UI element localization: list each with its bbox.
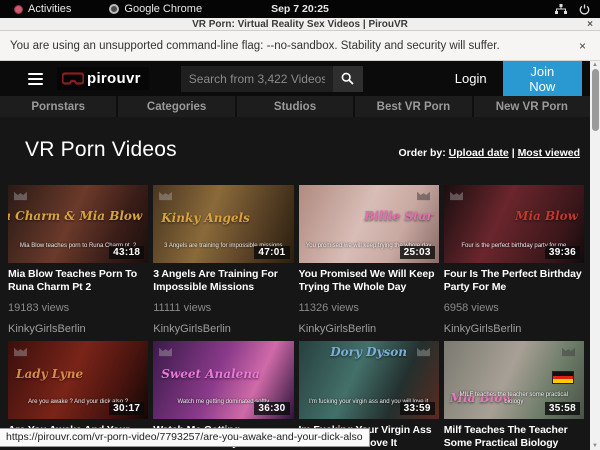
- page-head: VR Porn Videos Order by: Upload date | M…: [0, 117, 590, 162]
- thumbnail-overlay-text: Runa Charm & Mia Blow: [8, 209, 142, 223]
- video-card[interactable]: Mia Blow MILF teaches the teacher some p…: [444, 341, 584, 450]
- window-titlebar: VR Porn: Virtual Reality Sex Videos | Pi…: [0, 18, 600, 31]
- join-now-button[interactable]: Join Now: [503, 61, 582, 100]
- web-page: pirouvr Login Join Now Pornstars: [0, 61, 590, 450]
- hamburger-menu-icon[interactable]: [28, 73, 43, 85]
- video-thumbnail[interactable]: Runa Charm & Mia Blow Mia Blow teaches p…: [8, 185, 148, 263]
- duration-badge: 33:59: [400, 402, 435, 415]
- video-thumbnail[interactable]: Billie Star You promised we will keep tr…: [299, 185, 439, 263]
- video-title[interactable]: Mia Blow Teaches Porn To Runa Charm Pt 2: [8, 268, 148, 294]
- video-title[interactable]: Milf Teaches The Teacher Some Practical …: [444, 424, 584, 450]
- chrome-warning-bar: You are using an unsupported command-lin…: [0, 31, 600, 61]
- order-upload-date-link[interactable]: Upload date: [449, 147, 509, 159]
- thumbnail-overlay-text: Mia Blow: [515, 209, 578, 223]
- site-logo-text: pirouvr: [87, 70, 141, 87]
- nav-item-new-vr[interactable]: New VR Porn: [474, 96, 590, 117]
- duration-badge: 47:01: [254, 246, 289, 259]
- thumbnail-overlay-text: Lady Lyne: [16, 367, 83, 381]
- video-title[interactable]: You Promised We Will Keep Trying The Who…: [299, 268, 439, 294]
- video-channel-link[interactable]: KinkyGirlsBerlin: [153, 323, 293, 335]
- login-link[interactable]: Login: [455, 71, 487, 86]
- video-channel-link[interactable]: KinkyGirlsBerlin: [299, 323, 439, 335]
- video-grid: Runa Charm & Mia Blow Mia Blow teaches p…: [8, 185, 584, 450]
- nav-item-pornstars[interactable]: Pornstars: [0, 96, 118, 117]
- gnome-top-bar: Activities Google Chrome Sep 7 20:25: [0, 0, 600, 18]
- video-views: 6958 views: [444, 302, 584, 314]
- video-card[interactable]: Runa Charm & Mia Blow Mia Blow teaches p…: [8, 185, 148, 335]
- german-flag-icon: [552, 371, 574, 384]
- studio-cat-logo-icon: [158, 345, 173, 357]
- order-separator: |: [512, 147, 515, 159]
- studio-cat-logo-icon: [416, 189, 431, 201]
- video-card[interactable]: Mia Blow Four is the perfect birthday pa…: [444, 185, 584, 335]
- video-channel-link[interactable]: KinkyGirlsBerlin: [8, 323, 148, 335]
- scroll-up-arrow-icon[interactable]: ▲: [590, 61, 600, 69]
- vr-goggles-icon: [62, 72, 84, 86]
- video-card[interactable]: Kinky Angels 3 Angels are training for i…: [153, 185, 293, 335]
- warning-text: You are using an unsupported command-lin…: [10, 40, 500, 52]
- window-title: VR Porn: Virtual Reality Sex Videos | Pi…: [192, 19, 408, 30]
- vertical-scrollbar[interactable]: ▲ ▼: [590, 61, 600, 450]
- video-title[interactable]: 3 Angels Are Training For Impossible Mis…: [153, 268, 293, 294]
- order-by: Order by: Upload date | Most viewed: [398, 147, 580, 162]
- order-most-viewed-link[interactable]: Most viewed: [518, 147, 580, 159]
- thumbnail-overlay-text: Dory Dyson: [299, 345, 439, 359]
- studio-cat-logo-icon: [158, 189, 173, 201]
- video-thumbnail[interactable]: Dory Dyson I'm fucking your virgin ass a…: [299, 341, 439, 419]
- site-logo[interactable]: pirouvr: [57, 67, 149, 90]
- status-bar-url: https://pirouvr.com/vr-porn-video/779325…: [0, 428, 370, 447]
- video-card[interactable]: Billie Star You promised we will keep tr…: [299, 185, 439, 335]
- video-thumbnail[interactable]: Kinky Angels 3 Angels are training for i…: [153, 185, 293, 263]
- nav-item-studios[interactable]: Studios: [237, 96, 355, 117]
- page-title: VR Porn Videos: [25, 138, 177, 162]
- screen: Activities Google Chrome Sep 7 20:25 VR …: [0, 0, 600, 450]
- duration-badge: 25:03: [400, 246, 435, 259]
- nav-item-best-vr[interactable]: Best VR Porn: [355, 96, 473, 117]
- window-close-icon[interactable]: ×: [587, 18, 593, 31]
- studio-cat-logo-icon: [449, 189, 464, 201]
- video-title[interactable]: Four Is The Perfect Birthday Party For M…: [444, 268, 584, 294]
- duration-badge: 30:17: [109, 402, 144, 415]
- video-views: 11111 views: [153, 302, 293, 314]
- duration-badge: 39:36: [545, 246, 580, 259]
- duration-badge: 43:18: [109, 246, 144, 259]
- search-input[interactable]: [181, 66, 333, 92]
- warning-close-icon[interactable]: ×: [579, 39, 586, 53]
- video-thumbnail[interactable]: Sweet Analena Watch me getting dominated…: [153, 341, 293, 419]
- video-thumbnail[interactable]: Mia Blow MILF teaches the teacher some p…: [444, 341, 584, 419]
- clock[interactable]: Sep 7 20:25: [0, 3, 600, 15]
- duration-badge: 35:58: [545, 402, 580, 415]
- video-thumbnail[interactable]: Mia Blow Four is the perfect birthday pa…: [444, 185, 584, 263]
- studio-cat-logo-icon: [561, 345, 576, 357]
- video-thumbnail[interactable]: Lady Lyne Are you awake ? And your dick …: [8, 341, 148, 419]
- studio-cat-logo-icon: [13, 345, 28, 357]
- scrollbar-thumb[interactable]: [592, 69, 599, 131]
- network-tray-icon[interactable]: [555, 4, 567, 15]
- thumbnail-overlay-text: Billie Star: [364, 209, 433, 223]
- site-header: pirouvr Login Join Now: [0, 61, 590, 96]
- nav-item-categories[interactable]: Categories: [118, 96, 236, 117]
- search-button[interactable]: [333, 66, 363, 92]
- thumbnail-overlay-text: Kinky Angels: [161, 211, 250, 225]
- duration-badge: 36:30: [254, 402, 289, 415]
- studio-cat-logo-icon: [13, 189, 28, 201]
- order-by-label: Order by:: [398, 147, 445, 159]
- search-icon: [341, 72, 354, 85]
- main-nav: Pornstars Categories Studios Best VR Por…: [0, 96, 590, 117]
- browser-viewport: pirouvr Login Join Now Pornstars: [0, 61, 600, 450]
- scroll-down-arrow-icon[interactable]: ▼: [590, 442, 600, 450]
- video-views: 11326 views: [299, 302, 439, 314]
- video-views: 19183 views: [8, 302, 148, 314]
- power-icon[interactable]: [579, 4, 590, 15]
- video-channel-link[interactable]: KinkyGirlsBerlin: [444, 323, 584, 335]
- thumbnail-overlay-text: Sweet Analena: [161, 367, 260, 381]
